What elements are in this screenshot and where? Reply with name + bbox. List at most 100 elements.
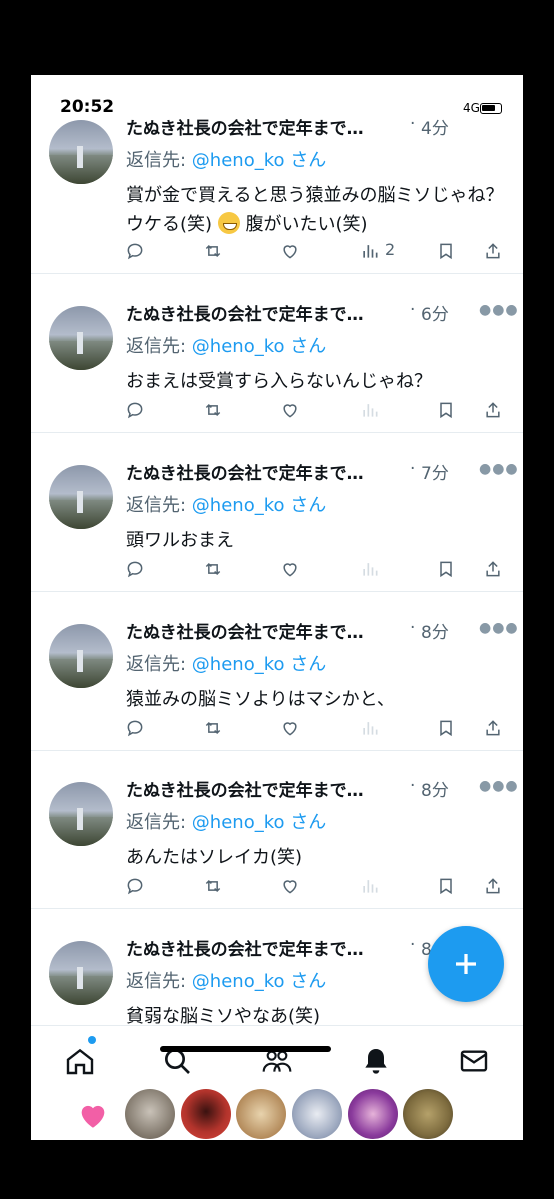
more-options-icon[interactable]: ●●● [479,302,519,318]
tweet[interactable]: たぬき社長の会社で定年まで… · 4分 返信先: @heno_ko さん 賞が金… [31,88,523,274]
action-bar: 2 [31,239,523,263]
separator-dot: · [410,300,416,320]
bookmark-icon[interactable] [434,874,458,898]
like-icon[interactable] [278,239,302,263]
views-icon[interactable] [358,557,382,581]
plus-icon [456,954,476,974]
tweet[interactable]: たぬき社長の会社で定年まで… · 7分 ●●● 返信先: @heno_ko さん… [31,433,523,592]
timestamp[interactable]: 7分 [421,459,449,484]
reply-prefix: 返信先: [126,971,192,992]
reply-icon[interactable] [123,557,147,581]
tweet-text-part: 腹がいたい(笑) [245,214,368,235]
display-name[interactable]: たぬき社長の会社で定年まで… [126,459,411,484]
dog-avatar[interactable] [292,1089,342,1139]
more-options-icon[interactable]: ●●● [479,461,519,477]
tweet[interactable]: たぬき社長の会社で定年まで… · 6分 ●●● 返信先: @heno_ko さん… [31,274,523,433]
avatar[interactable] [49,306,113,370]
share-icon[interactable] [481,874,505,898]
phone-screen: 20:52 4G たぬき社長の会社で定年まで… · 4分 返信先: @heno_… [31,75,523,1140]
retweet-icon[interactable] [201,398,225,422]
action-bar [31,398,523,422]
display-name[interactable]: たぬき社長の会社で定年まで… [126,618,411,643]
character-avatar[interactable] [348,1089,398,1139]
avatar[interactable] [49,120,113,184]
reply-icon[interactable] [123,398,147,422]
retweet-icon[interactable] [201,716,225,740]
compose-button[interactable] [428,926,504,1002]
views-icon[interactable] [358,874,382,898]
action-bar [31,716,523,740]
reply-icon[interactable] [123,716,147,740]
timestamp[interactable]: 8分 [421,618,449,643]
retweet-icon[interactable] [201,557,225,581]
reply-context: 返信先: @heno_ko さん [126,146,326,172]
display-name[interactable]: たぬき社長の会社で定年まで… [126,114,411,139]
face-avatar[interactable] [403,1089,453,1139]
tweet-text: 頭ワルおまえ [126,530,234,551]
reply-handle[interactable]: @heno_ko [192,971,285,992]
reply-handle[interactable]: @heno_ko [192,495,285,516]
like-icon[interactable] [278,716,302,740]
bottom-tab-bar [31,1025,523,1140]
reply-handle[interactable]: @heno_ko [192,150,285,171]
display-name[interactable]: たぬき社長の会社で定年まで… [126,776,411,801]
tweet-text: おまえは受賞すら入らないんじゃね？ [126,371,432,392]
reply-handle[interactable]: @heno_ko [192,336,285,357]
bookmark-icon[interactable] [434,239,458,263]
timestamp[interactable]: 4分 [421,114,449,139]
reply-handle[interactable]: @heno_ko [192,654,285,675]
messages-icon[interactable] [454,1041,494,1081]
reply-icon[interactable] [123,874,147,898]
tweet[interactable]: たぬき社長の会社で定年まで… · 8分 ●●● 返信先: @heno_ko さん… [31,592,523,751]
like-icon[interactable] [278,874,302,898]
bookmark-icon[interactable] [434,716,458,740]
separator-dot: · [410,618,416,638]
tweet-text: 猿並みの脳ミソよりはマシかと、 [126,689,395,710]
avatar[interactable] [49,624,113,688]
separator-dot: · [410,935,416,955]
reply-suffix: さん [290,654,327,675]
views-icon[interactable] [358,239,382,263]
reply-handle[interactable]: @heno_ko [192,812,285,833]
reply-context: 返信先: @heno_ko さん [126,650,326,676]
notifications-icon[interactable] [356,1041,396,1081]
reply-suffix: さん [290,336,327,357]
heart-icon[interactable] [76,1098,110,1132]
avatar[interactable] [49,941,113,1005]
home-icon[interactable] [60,1041,100,1081]
tweet[interactable]: たぬき社長の会社で定年まで… · 8分 ●●● 返信先: @heno_ko さん… [31,750,523,909]
bookmark-icon[interactable] [434,557,458,581]
more-options-icon[interactable]: ●●● [479,778,519,794]
display-name[interactable]: たぬき社長の会社で定年まで… [126,935,411,960]
views-count: 2 [385,240,396,259]
cat-avatar[interactable] [125,1089,175,1139]
reply-context: 返信先: @heno_ko さん [126,808,326,834]
avatar[interactable] [49,782,113,846]
timestamp[interactable]: 8分 [421,776,449,801]
kanji-avatar[interactable] [236,1089,286,1139]
reply-icon[interactable] [123,239,147,263]
action-bar [31,874,523,898]
share-icon[interactable] [481,398,505,422]
reply-prefix: 返信先: [126,812,192,833]
tweet-text: あんたはソレイカ(笑) [126,847,303,868]
bookmark-icon[interactable] [434,398,458,422]
display-name[interactable]: たぬき社長の会社で定年まで… [126,300,411,325]
more-options-icon[interactable]: ●●● [479,620,519,636]
retweet-icon[interactable] [201,239,225,263]
like-icon[interactable] [278,557,302,581]
share-icon[interactable] [481,239,505,263]
views-icon[interactable] [358,398,382,422]
tweet-text: 賞が金で買えると思う猿並みの脳ミソじゃね？ウケる(笑) 腹がいたい(笑) [126,181,511,239]
avatar[interactable] [49,465,113,529]
red-avatar[interactable] [181,1089,231,1139]
share-icon[interactable] [481,716,505,740]
reply-suffix: さん [290,971,327,992]
timestamp[interactable]: 6分 [421,300,449,325]
separator-dot: · [410,776,416,796]
retweet-icon[interactable] [201,874,225,898]
share-icon[interactable] [481,557,505,581]
like-icon[interactable] [278,398,302,422]
views-icon[interactable] [358,716,382,740]
home-indicator[interactable] [160,1046,331,1052]
